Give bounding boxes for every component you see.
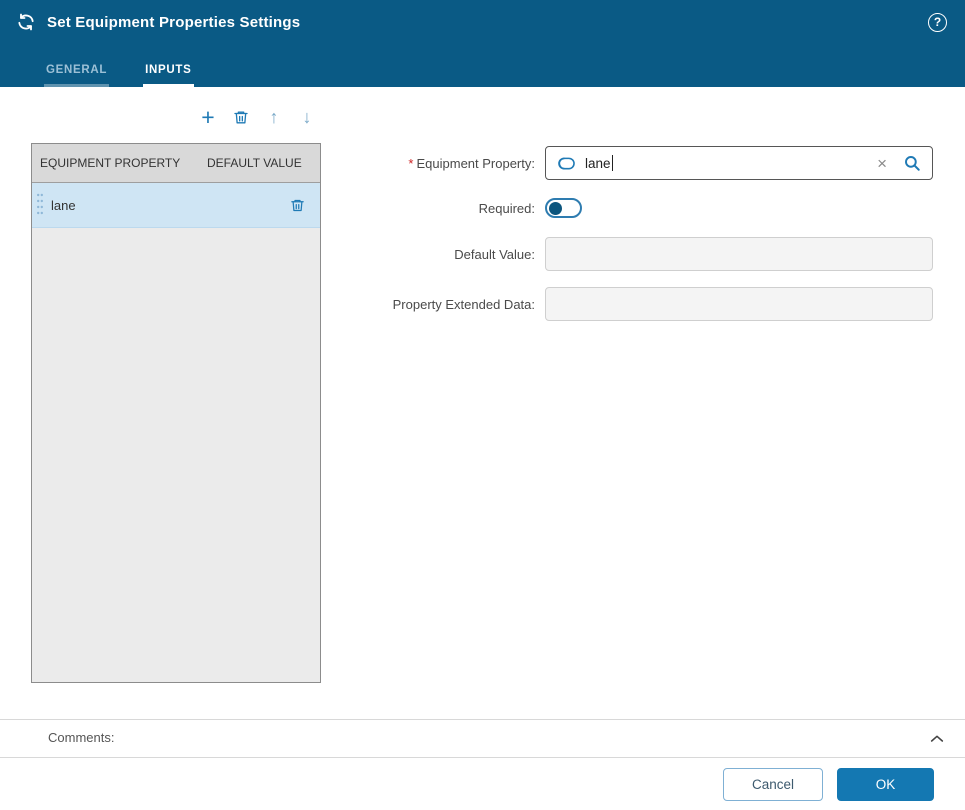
sync-icon — [16, 12, 36, 32]
table-row[interactable]: lane — [32, 183, 320, 228]
clear-icon[interactable]: × — [877, 155, 887, 172]
text-caret — [612, 155, 613, 171]
comments-divider-bottom — [0, 757, 965, 758]
default-value-label: Default Value: — [295, 247, 545, 262]
required-toggle[interactable] — [545, 198, 582, 218]
help-icon[interactable]: ? — [928, 13, 947, 32]
extended-data-input[interactable] — [545, 287, 933, 321]
delete-row-button[interactable] — [232, 106, 250, 128]
chevron-up-icon[interactable] — [929, 731, 945, 747]
equipment-property-icon — [557, 154, 576, 173]
default-value-input[interactable] — [545, 237, 933, 271]
equipment-property-value: lane — [585, 156, 611, 171]
equipment-property-input[interactable]: lane × — [545, 146, 933, 180]
required-label: Required: — [295, 201, 545, 216]
table-toolbar: + ↑ ↓ — [31, 103, 321, 131]
table-header: EQUIPMENT PROPERTY DEFAULT VALUE — [32, 144, 320, 183]
set-equipment-properties-dialog: Set Equipment Properties Settings ? GENE… — [0, 0, 965, 810]
dialog-header: Set Equipment Properties Settings ? GENE… — [0, 0, 965, 87]
required-asterisk: * — [408, 156, 413, 171]
dialog-footer: Cancel OK — [723, 768, 934, 801]
equipment-property-label: *Equipment Property: — [295, 156, 545, 171]
comments-label: Comments: — [48, 730, 114, 745]
extended-data-label: Property Extended Data: — [295, 297, 545, 312]
search-icon[interactable] — [903, 154, 921, 172]
move-up-button[interactable]: ↑ — [265, 106, 283, 128]
input-details-form: *Equipment Property: lane × — [295, 146, 933, 337]
drag-handle-icon[interactable] — [32, 192, 48, 218]
comments-divider-top — [0, 719, 965, 720]
add-row-button[interactable]: + — [199, 106, 217, 128]
tab-inputs[interactable]: INPUTS — [143, 56, 193, 87]
row-equipment-property: lane — [51, 198, 76, 213]
move-down-button[interactable]: ↓ — [298, 106, 316, 128]
tab-bar: GENERAL INPUTS — [44, 56, 194, 87]
cancel-button[interactable]: Cancel — [723, 768, 823, 801]
equipment-properties-table: EQUIPMENT PROPERTY DEFAULT VALUE lane — [31, 143, 321, 683]
column-header-equipment-property: EQUIPMENT PROPERTY — [32, 156, 207, 170]
toggle-knob — [549, 202, 562, 215]
tab-general[interactable]: GENERAL — [44, 56, 109, 87]
ok-button[interactable]: OK — [837, 768, 934, 801]
dialog-title: Set Equipment Properties Settings — [47, 14, 300, 31]
